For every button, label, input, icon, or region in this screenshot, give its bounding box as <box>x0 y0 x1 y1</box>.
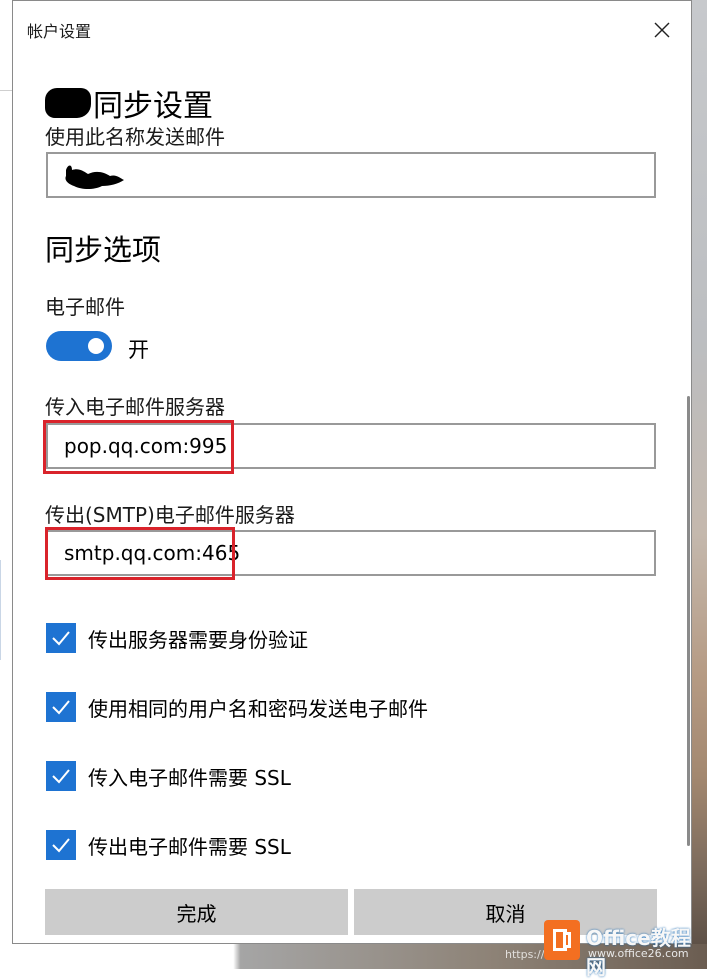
office-logo-icon <box>544 920 580 960</box>
checkbox-checked[interactable] <box>46 692 76 722</box>
option-label: 使用相同的用户名和密码发送电子邮件 <box>88 696 428 721</box>
outgoing-server-highlight <box>45 527 235 580</box>
close-icon <box>654 22 670 38</box>
watermark: Office教程网 www.office26.com <box>544 916 704 979</box>
checkmark-icon <box>52 838 70 853</box>
checkmark-icon <box>52 631 70 646</box>
email-sync-label: 电子邮件 <box>45 295 125 319</box>
done-button[interactable]: 完成 <box>45 889 348 935</box>
option-outgoing-ssl[interactable]: 传出电子邮件需要 SSL <box>46 830 291 860</box>
redacted-account-name <box>45 88 91 118</box>
sender-name-input[interactable] <box>46 152 656 198</box>
watermark-url: www.office26.com <box>588 947 689 960</box>
title-bar: 帐户设置 <box>13 1 691 59</box>
option-label: 传入电子邮件需要 SSL <box>88 765 291 790</box>
outgoing-server-label: 传出(SMTP)电子邮件服务器 <box>45 503 295 527</box>
option-same-credentials[interactable]: 使用相同的用户名和密码发送电子邮件 <box>46 692 428 722</box>
toggle-knob <box>88 338 104 354</box>
checkbox-checked[interactable] <box>46 830 76 860</box>
option-label: 传出电子邮件需要 SSL <box>88 834 291 859</box>
background-photo <box>692 0 707 969</box>
email-sync-toggle[interactable] <box>46 331 112 361</box>
checkmark-icon <box>52 769 70 784</box>
sync-options-title: 同步选项 <box>45 233 162 267</box>
heading-text: 同步设置 <box>93 89 213 124</box>
option-require-auth[interactable]: 传出服务器需要身份验证 <box>46 623 308 653</box>
checkbox-checked[interactable] <box>46 761 76 791</box>
option-label: 传出服务器需要身份验证 <box>88 627 308 652</box>
incoming-server-highlight <box>43 420 234 474</box>
scrollbar[interactable] <box>687 396 690 846</box>
checkmark-icon <box>52 700 70 715</box>
background-divider <box>0 90 12 91</box>
incoming-server-label: 传入电子邮件服务器 <box>45 395 225 419</box>
window-title: 帐户设置 <box>27 22 92 41</box>
option-incoming-ssl[interactable]: 传入电子邮件需要 SSL <box>46 761 291 791</box>
redacted-sender-name <box>65 165 124 189</box>
account-heading: 同步设置 <box>45 81 213 125</box>
sender-name-label: 使用此名称发送邮件 <box>45 125 225 149</box>
account-settings-dialog: 帐户设置 同步设置 使用此名称发送邮件 同步选项 电子邮件 开 传入电子邮件服务… <box>12 0 692 944</box>
email-sync-toggle-state: 开 <box>128 338 149 362</box>
close-button[interactable] <box>645 13 679 47</box>
checkbox-checked[interactable] <box>46 623 76 653</box>
